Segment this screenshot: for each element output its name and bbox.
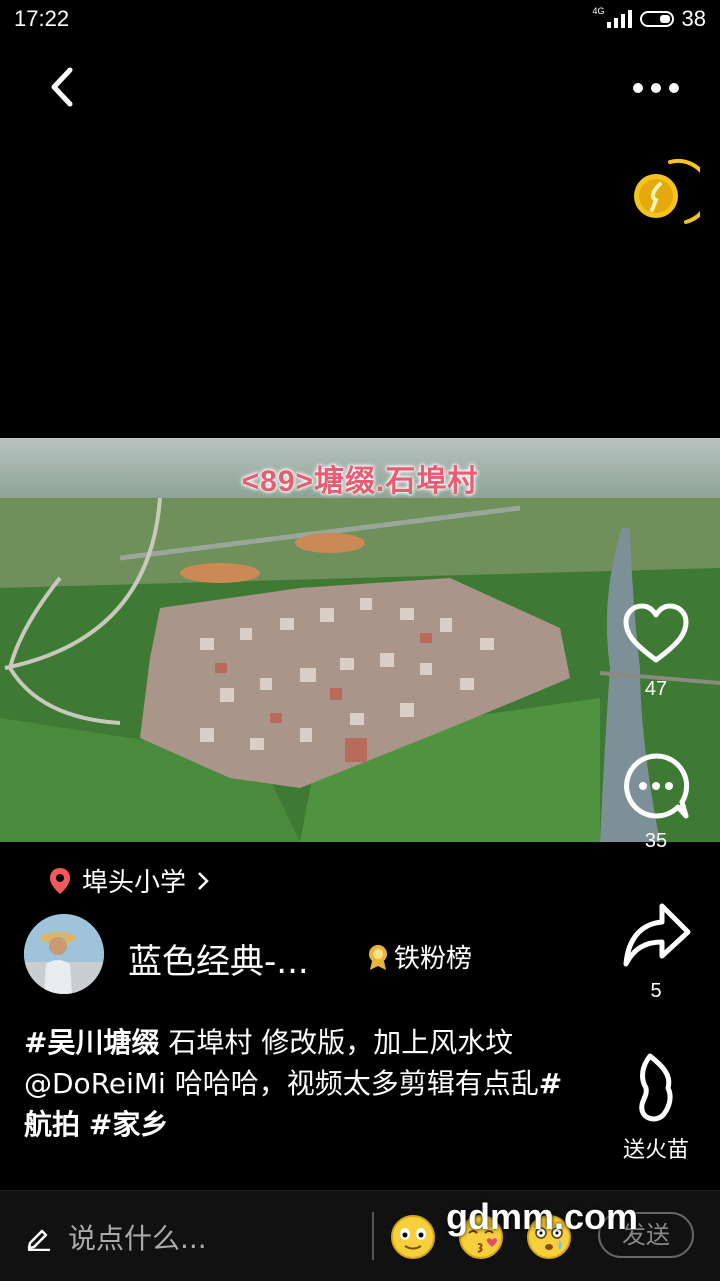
chevron-left-icon	[51, 67, 73, 107]
hashtag-link[interactable]: #吴川塘缀	[24, 1026, 159, 1059]
medal-icon	[369, 944, 387, 970]
flame-icon	[639, 1053, 673, 1122]
pencil-icon	[27, 1229, 50, 1251]
share-button[interactable]: 5	[610, 900, 702, 1003]
comment-button[interactable]: 35	[610, 750, 702, 853]
share-count: 5	[650, 980, 662, 1002]
fan-board-label: 铁粉榜	[394, 944, 473, 974]
battery-icon	[639, 11, 674, 27]
hashtag-link[interactable]: #家乡	[89, 1108, 168, 1141]
status-bar: 17:22 4G 38	[0, 0, 720, 40]
fire-label: 送火苗	[622, 1138, 689, 1163]
watermark: gdmm.com	[446, 1196, 639, 1237]
location-tag[interactable]: 埠头小学	[48, 862, 210, 899]
location-name: 埠头小学	[82, 868, 187, 898]
send-fire-button[interactable]: 送火苗	[610, 1052, 702, 1164]
comment-placeholder: 说点什么...	[68, 1222, 207, 1255]
more-icon	[633, 83, 679, 93]
video-overlay-title: <89>塘缀.石埠村	[241, 465, 479, 498]
location-pin-icon	[50, 867, 70, 894]
comment-icon	[624, 753, 690, 819]
comment-count: 35	[644, 830, 668, 852]
signal-icon	[606, 10, 632, 28]
fan-board-link[interactable]: 铁粉榜	[366, 938, 472, 975]
status-time: 17:22	[14, 6, 70, 31]
chevron-right-icon	[198, 871, 209, 890]
coin-icon	[634, 158, 712, 224]
like-button[interactable]: 47	[610, 598, 702, 701]
like-count: 47	[644, 678, 668, 700]
author-name[interactable]: 蓝色经典-...	[128, 934, 309, 983]
battery-level: 38	[681, 6, 706, 31]
more-options-button[interactable]	[626, 70, 686, 106]
divider	[372, 1212, 374, 1260]
smile-emoji-icon[interactable]	[390, 1214, 436, 1260]
comment-input[interactable]: 说点什么...	[24, 1210, 354, 1264]
avatar-image	[24, 914, 104, 994]
author-avatar[interactable]	[24, 914, 104, 994]
heart-icon	[623, 603, 689, 663]
post-caption: #吴川塘缀 石埠村 修改版，加上风水坟@DoReiMi 哈哈哈，视频太多剪辑有点…	[24, 1022, 584, 1145]
back-button[interactable]	[38, 62, 88, 112]
share-icon	[623, 903, 691, 967]
network-type: 4G	[592, 6, 605, 16]
status-indicators: 4G 38	[593, 6, 707, 32]
coin-reward-widget[interactable]	[626, 156, 712, 230]
